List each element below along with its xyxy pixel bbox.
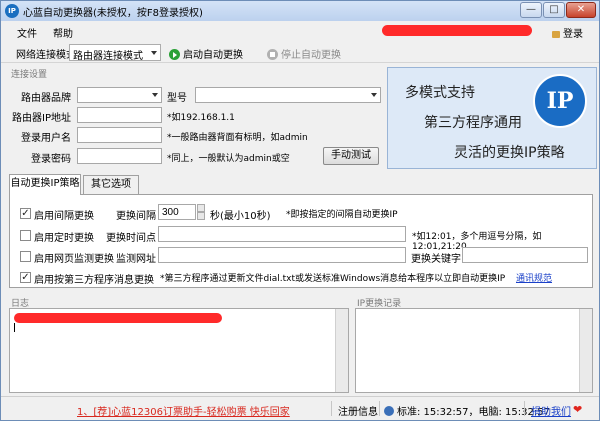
status-time-text: 标准: 15:32:57，电脑: 15:32:57 — [397, 407, 550, 418]
heart-icon: ❤ — [573, 403, 583, 416]
web-keyword-label: 更换关键字 — [411, 254, 461, 265]
login-label: 登录 — [563, 29, 583, 40]
ip-log-scrollbar[interactable] — [579, 309, 592, 392]
status-separator — [524, 401, 525, 416]
timed-label: 更换时间点 — [106, 233, 156, 244]
login-button[interactable]: 登录 — [552, 25, 583, 40]
brand-label: 路由器品牌 — [21, 93, 71, 104]
ip-logo-icon: IP — [533, 74, 587, 128]
web-keyword-input[interactable] — [462, 247, 588, 263]
text-cursor — [14, 323, 15, 332]
ip-log-list[interactable] — [355, 308, 593, 393]
interval-hint: *即按指定的间隔自动更换IP — [286, 210, 398, 220]
status-separator — [379, 401, 380, 416]
redacted-log-line — [14, 313, 222, 323]
strategy-panel: ✓ 启用间隔更换 更换间隔 秒(最小10秒) *即按指定的间隔自动更换IP 启用… — [9, 194, 593, 288]
status-bar: 1、[荐]心蓝12306订票助手-轻松购票 快乐回家 注册信息 标准: 15:3… — [1, 396, 599, 420]
ip-hint: *如192.168.1.1 — [167, 113, 235, 123]
log-scrollbar[interactable] — [335, 309, 348, 392]
stop-button[interactable]: 停止自动更换 — [267, 46, 341, 61]
donate-link[interactable]: 捐助我们 — [531, 403, 571, 418]
chevron-down-icon — [152, 93, 158, 97]
menu-file[interactable]: 文件 — [17, 25, 37, 40]
promo-line-3: 灵活的更换IP策略 — [454, 145, 565, 161]
log-textarea[interactable] — [9, 308, 349, 393]
mode-label: 网络连接模式 — [16, 50, 76, 61]
username-hint: *一般路由器背面有标明，如admin — [167, 133, 308, 143]
model-select[interactable] — [195, 87, 381, 103]
title-bar: IP 心蓝自动更换器(未授权，按F8登录授权) — □ ✕ — [1, 1, 599, 21]
interval-stepper[interactable] — [197, 204, 205, 220]
stop-icon — [267, 49, 278, 60]
password-input[interactable] — [77, 148, 162, 164]
password-hint: *同上，一般默认为admin或空 — [167, 154, 290, 164]
promo-banner[interactable]: 多模式支持 第三方程序通用 灵活的更换IP策略 IP — [387, 67, 597, 169]
chevron-down-icon — [371, 93, 377, 97]
third-hint: *第三方程序通过更新文件dial.txt或发送标准Windows消息给本程序以立… — [160, 274, 506, 284]
timed-input[interactable] — [158, 226, 406, 242]
interval-checkbox[interactable]: ✓ — [20, 208, 31, 219]
lock-icon — [552, 31, 560, 38]
protocol-link[interactable]: 通讯规范 — [516, 271, 552, 284]
router-ip-input[interactable] — [77, 107, 162, 123]
timed-enable-label: 启用定时更换 — [34, 233, 94, 244]
chevron-down-icon — [151, 51, 157, 55]
maximize-button[interactable]: □ — [543, 2, 565, 18]
registration-info[interactable]: 注册信息 — [338, 403, 378, 418]
redacted-account-info — [382, 25, 532, 36]
menu-help[interactable]: 帮助 — [53, 25, 73, 40]
brand-select[interactable] — [77, 87, 162, 103]
model-label: 型号 — [167, 93, 187, 104]
third-party-checkbox[interactable]: ✓ — [20, 272, 31, 283]
status-promo-link[interactable]: 1、[荐]心蓝12306订票助手-轻松购票 快乐回家 — [77, 403, 290, 418]
third-enable-label: 启用按第三方程序消息更换 — [34, 275, 154, 286]
status-time: 标准: 15:32:57，电脑: 15:32:57 — [384, 403, 550, 418]
web-monitor-checkbox[interactable] — [20, 251, 31, 262]
web-url-label: 监测网址 — [116, 254, 156, 265]
toolbar: 网络连接模式 路由器连接模式 启动自动更换 停止自动更换 — [1, 41, 599, 63]
ip-label: 路由器IP地址 — [12, 113, 71, 124]
app-window: IP 心蓝自动更换器(未授权，按F8登录授权) — □ ✕ 文件 帮助 登录 网… — [0, 0, 600, 421]
promo-line-1: 多模式支持 — [405, 85, 475, 101]
start-label: 启动自动更换 — [183, 50, 243, 61]
mode-select-value: 路由器连接模式 — [73, 51, 143, 62]
interval-unit: 秒(最小10秒) — [210, 211, 271, 222]
start-button[interactable]: 启动自动更换 — [169, 46, 243, 61]
clock-icon — [384, 406, 394, 416]
close-button[interactable]: ✕ — [566, 2, 596, 18]
menu-bar: 文件 帮助 登录 — [1, 21, 599, 40]
play-icon — [169, 49, 180, 60]
minimize-button[interactable]: — — [520, 2, 542, 18]
web-url-input[interactable] — [158, 247, 406, 263]
interval-input[interactable] — [158, 204, 196, 220]
username-label: 登录用户名 — [21, 133, 71, 144]
interval-enable-label: 启用间隔更换 — [34, 211, 94, 222]
username-input[interactable] — [77, 127, 162, 143]
stop-label: 停止自动更换 — [281, 50, 341, 61]
status-separator — [331, 401, 332, 416]
connection-group-title: 连接设置 — [11, 70, 48, 80]
web-enable-label: 启用网页监测更换 — [34, 254, 114, 265]
manual-test-button[interactable]: 手动测试 — [323, 147, 379, 165]
mode-select[interactable]: 路由器连接模式 — [69, 44, 161, 62]
window-title: 心蓝自动更换器(未授权，按F8登录授权) — [23, 8, 203, 19]
tab-auto-strategy[interactable]: 自动更换IP策略 — [9, 174, 81, 195]
tab-other-options[interactable]: 其它选项 — [83, 175, 139, 194]
app-logo-icon: IP — [5, 4, 19, 18]
password-label: 登录密码 — [31, 154, 71, 165]
timed-checkbox[interactable] — [20, 230, 31, 241]
interval-label: 更换间隔 — [116, 211, 156, 222]
promo-line-2: 第三方程序通用 — [424, 115, 522, 131]
